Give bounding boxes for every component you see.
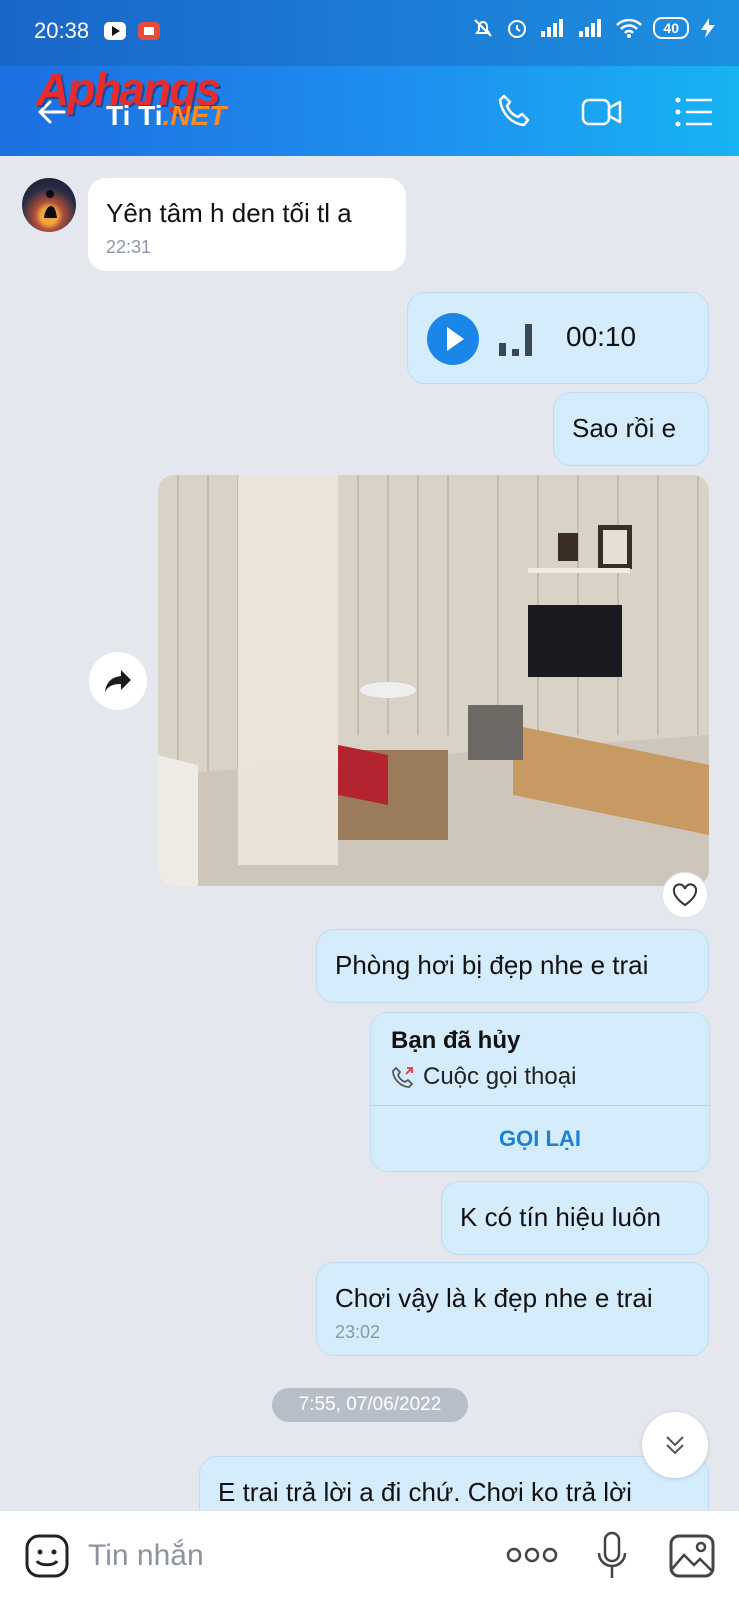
call-type-label: Cuộc gọi thoại	[423, 1063, 577, 1090]
mute-bell-icon	[474, 19, 493, 37]
call-status: Bạn đã hủy	[391, 1027, 521, 1054]
battery-level: 40	[653, 17, 689, 39]
signal-icon	[541, 19, 564, 37]
status-icons: 40	[471, 16, 717, 40]
call-back-button[interactable]: GỌI LẠI	[371, 1106, 709, 1171]
contact-avatar[interactable]	[22, 178, 76, 232]
message-text: Phòng hơi bị đẹp nhe e trai	[335, 950, 649, 980]
video-call-icon[interactable]	[580, 90, 624, 134]
voice-message-bubble[interactable]: 00:10	[407, 292, 709, 384]
heart-icon	[672, 883, 698, 907]
more-options-icon[interactable]	[506, 1545, 558, 1565]
outgoing-call-icon	[392, 1066, 414, 1088]
logo-subtext: Ti Ti.NET	[106, 100, 226, 132]
scroll-to-bottom-button[interactable]	[642, 1412, 708, 1478]
forward-arrow-icon	[105, 670, 131, 692]
status-bar: 20:38 40	[0, 0, 739, 66]
phone-call-icon[interactable]	[492, 90, 536, 134]
youtube-notification-icon	[104, 22, 126, 40]
message-text: Yên tâm h den tối tl a	[106, 198, 352, 228]
call-log-card: Bạn đã hủy Cuộc gọi thoại GỌI LẠI	[370, 1012, 710, 1172]
message-text: Chơi vậy là k đẹp nhe e trai	[335, 1283, 653, 1313]
watermark-logo: Aphangs Ti Ti.NET	[36, 66, 226, 131]
wifi-icon	[616, 18, 643, 38]
message-text: K có tín hiệu luôn	[460, 1202, 661, 1232]
chat-header: Aphangs Ti Ti.NET	[0, 66, 739, 156]
react-heart-button[interactable]	[662, 872, 708, 918]
image-gallery-icon[interactable]	[668, 1533, 716, 1579]
sticker-emoji-icon[interactable]	[24, 1533, 70, 1579]
voice-duration: 00:10	[566, 321, 637, 352]
message-bubble-outgoing[interactable]: K có tín hiệu luôn	[441, 1181, 709, 1255]
message-bubble-incoming[interactable]: Yên tâm h den tối tl a 22:31	[88, 178, 406, 271]
message-bubble-outgoing[interactable]: Phòng hơi bị đẹp nhe e trai	[316, 929, 709, 1003]
message-time: 23:02	[335, 1322, 381, 1342]
app-notification-icon	[138, 22, 160, 40]
message-text: E trai trả lời a đi chứ. Chơi ko trả lời	[218, 1477, 632, 1507]
logo-titi: Ti Ti	[106, 100, 163, 131]
audio-waveform-icon	[499, 324, 532, 356]
message-input[interactable]: Tin nhắn	[88, 1539, 204, 1573]
logo-net: .NET	[162, 100, 227, 131]
status-time: 20:38	[34, 18, 90, 43]
message-text: Sao rồi e	[572, 413, 677, 443]
message-composer: Tin nhắn	[0, 1510, 739, 1601]
microphone-icon[interactable]	[596, 1531, 628, 1581]
call-type: Cuộc gọi thoại	[391, 1063, 576, 1091]
signal-icon-2	[579, 19, 602, 37]
charging-icon	[701, 18, 715, 38]
double-chevron-down-icon	[666, 1436, 684, 1455]
menu-list-icon[interactable]	[672, 90, 716, 134]
alarm-icon	[508, 20, 527, 38]
message-bubble-outgoing[interactable]: Chơi vậy là k đẹp nhe e trai 23:02	[316, 1262, 709, 1356]
date-separator: 7:55, 07/06/2022	[272, 1388, 468, 1422]
message-bubble-outgoing[interactable]: Sao rồi e	[553, 392, 709, 466]
photo-message[interactable]	[158, 475, 709, 886]
play-button-icon[interactable]	[426, 312, 480, 366]
forward-button[interactable]	[89, 652, 147, 710]
message-time: 22:31	[106, 237, 152, 257]
